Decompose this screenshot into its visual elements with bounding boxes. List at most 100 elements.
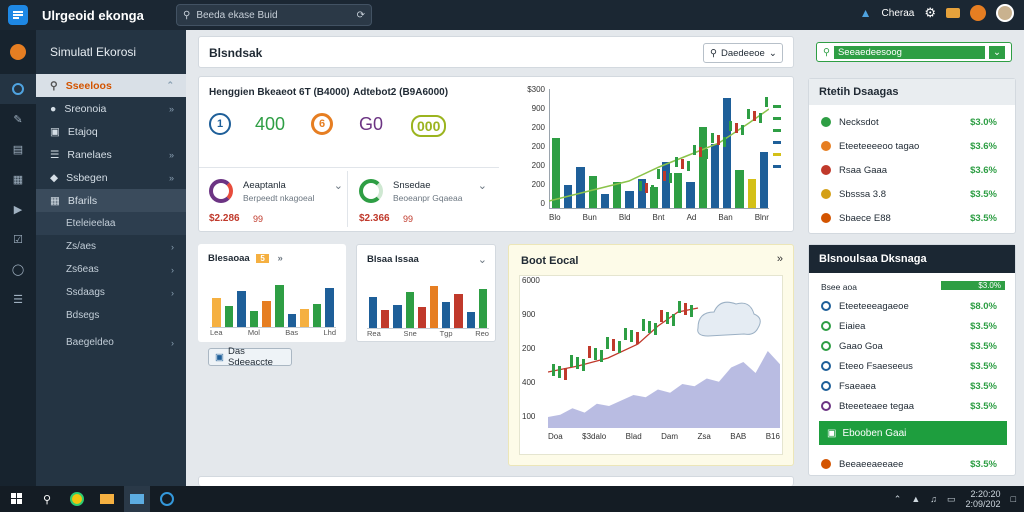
list-item[interactable]: Eteeteeeagaeoe $8.0% [821,297,1003,315]
list-item[interactable]: Necksdot $3.0% [821,113,1003,131]
x-tick-label: Dam [661,432,678,441]
wallet-icon[interactable] [946,8,960,18]
globe-icon[interactable] [0,74,36,104]
document-icon: ▣ [50,125,60,138]
search-icon: ⚲ [710,47,717,59]
app-window-icon[interactable] [124,486,150,512]
item-label: Rsaa Gaaa [839,164,888,176]
sidebar-item-3[interactable]: ▣ Etajoq [36,120,186,143]
chevron-down-icon[interactable]: ⌄ [478,253,487,266]
list-item[interactable]: Fsaeaea $3.5% [821,377,1003,395]
list-item[interactable]: Sbaece E88 $3.5% [821,209,1003,227]
subitem-label: Baegeldeo [66,337,114,348]
home-icon[interactable] [0,30,36,74]
video-icon[interactable]: ▶ [0,194,36,224]
add-source-button[interactable]: ▣ Das Sdeeaccte [208,346,292,368]
network-icon[interactable]: ▲ [911,494,920,504]
bird-icon[interactable]: ▲ [860,6,872,20]
x-tick-label: Ad [686,213,697,222]
chevron-double-icon: » [168,149,174,160]
list-item[interactable]: Bteeeteaee tegaa $3.5% [821,397,1003,415]
sidebar-item-overview[interactable]: ⚲ Sseeloos ⌃ [36,74,186,97]
clock-icon[interactable]: ◯ [0,254,36,284]
volume-icon[interactable]: ♫ [930,494,937,504]
candle [648,321,651,333]
gear-icon[interactable]: ⚙ [924,5,936,21]
table-icon[interactable]: ▦ [0,164,36,194]
card-percent: 99 [253,214,264,224]
sidebar-item-5[interactable]: ◆ Ssbegen » [36,166,186,189]
candle [735,123,738,133]
sidebar-subitem-6[interactable]: Baegeldeo › [36,331,186,354]
start-icon[interactable] [4,486,30,512]
sidebar-item-4[interactable]: ☰ Ranelaes » [36,143,186,166]
card-percent: 99 [403,214,414,224]
notification-icon[interactable] [970,5,986,21]
notification-icon[interactable]: □ [1011,494,1016,504]
folder-icon[interactable] [94,486,120,512]
item-value: $3.6% [970,164,997,176]
period-dropdown[interactable]: ⚲ Seeaedeesoog ⌄ [816,42,1012,62]
search-box[interactable]: ⚲ Beeda ekase Buid ⟳ [176,4,372,26]
list-item[interactable]: Sbsssa 3.8 $3.5% [821,185,1003,203]
sidebar-item-6[interactable]: ▦ Bfarils [36,189,186,212]
chevron-double-icon[interactable]: » [777,253,783,265]
chevron-down-icon[interactable]: ⌄ [334,179,343,192]
search-icon[interactable]: ⚲ [34,486,60,512]
candle [687,161,690,171]
x-tick-label: Lhd [323,328,336,337]
list-item[interactable]: Eiaiea $3.5% [821,317,1003,335]
candle [747,109,750,119]
sidebar-subitem-2[interactable]: Zs/aes › [36,235,186,258]
add-icon: ▣ [215,351,224,363]
refresh-icon[interactable]: ⟳ [357,10,365,21]
bar [312,303,322,327]
summary-panel: Henggien Bkeaeot 6T (B4000) Adtebot2 (B9… [198,76,794,232]
page-title: Blsndsak [209,46,263,60]
users-icon[interactable]: ☰ [0,284,36,314]
sidebar-item-label: Sreonoia [64,102,107,115]
list-item[interactable]: Beeaeeaeeaee $3.5% [821,455,1003,473]
clock[interactable]: 2:20:20 2:09/202 [966,489,1001,509]
sidebar-subitem-5[interactable]: Bdsegs [36,304,186,327]
sidebar-item-2[interactable]: ● Sreonoia » [36,97,186,120]
search-input[interactable]: Beeda ekase Buid [196,10,356,21]
metric-5: 000 [411,115,447,137]
sidebar-subitem-1[interactable]: Eteleieelaa [36,212,186,235]
chevron-up-icon[interactable]: ⌃ [894,494,902,505]
legend-swatch [773,153,781,156]
candle [600,350,603,362]
chart-icon[interactable]: ▤ [0,134,36,164]
candle [723,137,726,147]
filter-dropdown[interactable]: ⚲ Daedeeoe ⌄ [703,43,783,63]
sidebar-subitem-4[interactable]: Ssdaags › [36,281,186,304]
avatar[interactable] [996,4,1014,22]
browser-icon[interactable] [64,486,90,512]
badge-row[interactable]: Bsee aoa $3.0% [821,281,1005,293]
list-item[interactable]: Eteeo Fsaeseeus $3.5% [821,357,1003,375]
metric-4: G0 [359,114,384,134]
candle [711,133,714,143]
app-logo[interactable] [8,5,28,25]
stat-card-2[interactable]: Snsedae Beoeanpr Gqaeaa ⌄ $2.366 99 [359,177,491,229]
list-item[interactable]: Eteeteeeeoo tagao $3.6% [821,137,1003,155]
tasks-icon[interactable]: ☑ [0,224,36,254]
x-tick-label: Tgp [439,329,453,338]
card-value: $2.366 [359,213,390,224]
sidebar-subitem-3[interactable]: Zs6eas › [36,258,186,281]
green-action-bar[interactable]: ▣ Ebooben Gaai [819,421,1007,445]
list-item[interactable]: Rsaa Gaaa $3.6% [821,161,1003,179]
candle [681,159,684,169]
edge-icon[interactable] [154,486,180,512]
list-item[interactable]: Gaao Goa $3.5% [821,337,1003,355]
chevron-down-icon[interactable]: ⌄ [478,179,487,192]
candle [684,303,687,315]
wrench-icon[interactable]: ✎ [0,104,36,134]
battery-icon[interactable]: ▭ [947,494,956,505]
card-value: $2.286 [209,213,240,224]
x-tick-label: Reo [475,329,489,338]
chevron-up-icon: ⌃ [166,80,174,90]
right-panel-2: Blsnoulsaa Dksnaga Bsee aoa $3.0% Eteete… [808,244,1016,476]
card-subtitle: Beoeanpr Gqaeaa [393,193,463,203]
stat-card-1[interactable]: Aeaptanla Berpeedt nkagoeal ⌄ $2.286 99 [209,177,347,229]
